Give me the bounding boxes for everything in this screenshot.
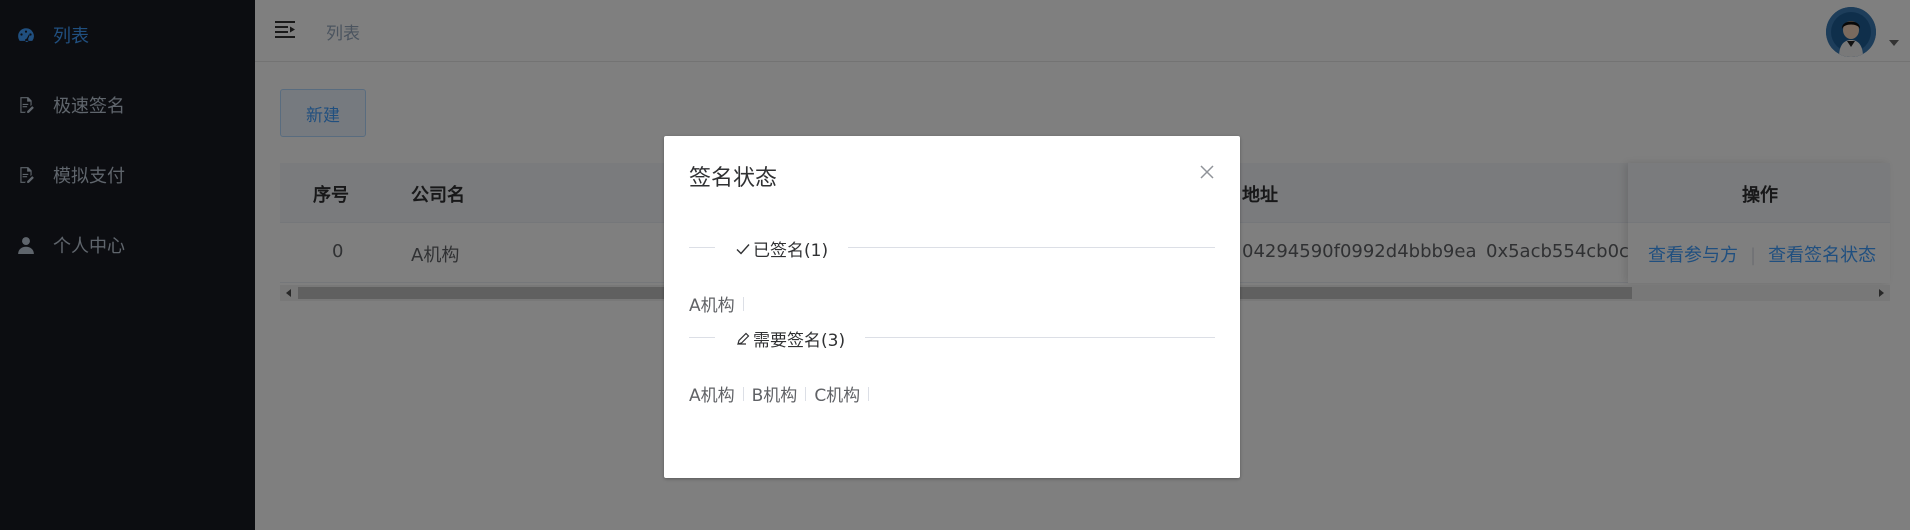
signed-divider-label: 已签名(1) [715,236,849,261]
check-icon [736,243,750,255]
required-org: B机构 [752,381,815,406]
signed-org: A机构 [689,291,752,316]
required-org: C机构 [814,381,877,406]
signed-org-list: A机构 [689,291,752,316]
sign-status-dialog: 签名状态 已签名(1) A机构 需要签名(3) A机构 B机构 C机构 [664,136,1240,478]
required-label: 需要签名(3) [753,331,846,351]
required-org-list: A机构 B机构 C机构 [689,381,877,406]
close-icon[interactable] [1198,163,1216,181]
required-divider-label: 需要签名(3) [715,326,866,351]
signed-label: 已签名(1) [753,241,829,261]
required-org: A机构 [689,381,752,406]
pen-icon [737,332,750,345]
dialog-title: 签名状态 [689,166,778,191]
